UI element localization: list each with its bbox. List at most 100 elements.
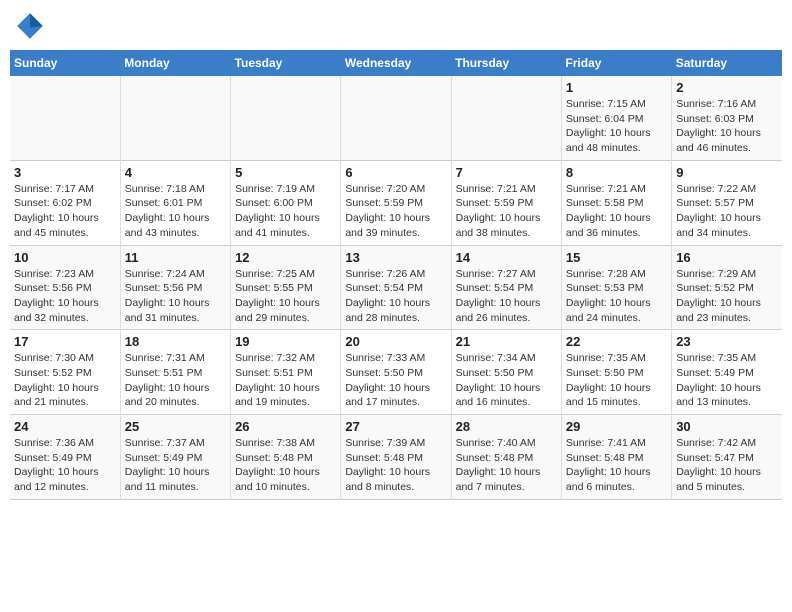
day-number: 30: [676, 419, 778, 434]
day-info: Sunrise: 7:42 AM Sunset: 5:47 PM Dayligh…: [676, 436, 778, 495]
day-number: 4: [125, 165, 226, 180]
calendar-week-row: 1 Sunrise: 7:15 AM Sunset: 6:04 PM Daylig…: [10, 76, 782, 160]
day-info: Sunrise: 7:41 AM Sunset: 5:48 PM Dayligh…: [566, 436, 667, 495]
day-info: Sunrise: 7:21 AM Sunset: 5:59 PM Dayligh…: [456, 182, 557, 241]
day-number: 1: [566, 80, 667, 95]
calendar-day-cell: 6Sunrise: 7:20 AM Sunset: 5:59 PM Daylig…: [341, 160, 451, 245]
day-info: Sunrise: 7:21 AM Sunset: 5:58 PM Dayligh…: [566, 182, 667, 241]
day-number: 27: [345, 419, 446, 434]
day-of-week-header: Wednesday: [341, 50, 451, 76]
page-header: [10, 10, 782, 42]
day-number: 14: [456, 250, 557, 265]
day-of-week-header: Thursday: [451, 50, 561, 76]
calendar-day-cell: 9Sunrise: 7:22 AM Sunset: 5:57 PM Daylig…: [672, 160, 782, 245]
calendar-day-cell: 5 Sunrise: 7:19 AM Sunset: 6:00 PM Daylig…: [231, 160, 341, 245]
calendar-day-cell: [451, 76, 561, 160]
day-info: Sunrise: 7:15 AM Sunset: 6:04 PM Dayligh…: [566, 97, 667, 156]
calendar-day-cell: 15 Sunrise: 7:28 AM Sunset: 5:53 PM Dayli…: [561, 245, 671, 330]
calendar-day-cell: 21Sunrise: 7:34 AM Sunset: 5:50 PM Dayli…: [451, 330, 561, 415]
calendar-day-cell: 17 Sunrise: 7:30 AM Sunset: 5:52 PM Dayli…: [10, 330, 120, 415]
day-number: 20: [345, 334, 446, 349]
day-info: Sunrise: 7:17 AM Sunset: 6:02 PM Dayligh…: [14, 182, 116, 241]
calendar-day-cell: [231, 76, 341, 160]
day-info: Sunrise: 7:30 AM Sunset: 5:52 PM Dayligh…: [14, 351, 116, 410]
day-info: Sunrise: 7:22 AM Sunset: 5:57 PM Dayligh…: [676, 182, 778, 241]
calendar-day-cell: 22 Sunrise: 7:35 AM Sunset: 5:50 PM Dayli…: [561, 330, 671, 415]
day-number: 17: [14, 334, 116, 349]
day-number: 11: [125, 250, 226, 265]
day-number: 21: [456, 334, 557, 349]
day-info: Sunrise: 7:28 AM Sunset: 5:53 PM Dayligh…: [566, 267, 667, 326]
calendar-day-cell: 19 Sunrise: 7:32 AM Sunset: 5:51 PM Dayli…: [231, 330, 341, 415]
calendar-day-cell: 26Sunrise: 7:38 AM Sunset: 5:48 PM Dayli…: [231, 415, 341, 500]
day-info: Sunrise: 7:31 AM Sunset: 5:51 PM Dayligh…: [125, 351, 226, 410]
day-number: 5: [235, 165, 336, 180]
day-number: 23: [676, 334, 778, 349]
calendar-day-cell: 13 Sunrise: 7:26 AM Sunset: 5:54 PM Dayli…: [341, 245, 451, 330]
day-info: Sunrise: 7:36 AM Sunset: 5:49 PM Dayligh…: [14, 436, 116, 495]
calendar-day-cell: 2 Sunrise: 7:16 AM Sunset: 6:03 PM Daylig…: [672, 76, 782, 160]
calendar-day-cell: 23 Sunrise: 7:35 AM Sunset: 5:49 PM Dayli…: [672, 330, 782, 415]
day-of-week-header: Tuesday: [231, 50, 341, 76]
day-info: Sunrise: 7:26 AM Sunset: 5:54 PM Dayligh…: [345, 267, 446, 326]
day-info: Sunrise: 7:25 AM Sunset: 5:55 PM Dayligh…: [235, 267, 336, 326]
calendar-week-row: 24 Sunrise: 7:36 AM Sunset: 5:49 PM Dayli…: [10, 415, 782, 500]
day-number: 15: [566, 250, 667, 265]
calendar-day-cell: 10Sunrise: 7:23 AM Sunset: 5:56 PM Dayli…: [10, 245, 120, 330]
day-number: 13: [345, 250, 446, 265]
calendar-week-row: 17 Sunrise: 7:30 AM Sunset: 5:52 PM Dayli…: [10, 330, 782, 415]
day-info: Sunrise: 7:35 AM Sunset: 5:50 PM Dayligh…: [566, 351, 667, 410]
calendar-day-cell: 20 Sunrise: 7:33 AM Sunset: 5:50 PM Dayli…: [341, 330, 451, 415]
day-number: 18: [125, 334, 226, 349]
day-number: 25: [125, 419, 226, 434]
calendar-day-cell: 29 Sunrise: 7:41 AM Sunset: 5:48 PM Dayli…: [561, 415, 671, 500]
calendar-header-row: SundayMondayTuesdayWednesdayThursdayFrid…: [10, 50, 782, 76]
calendar-day-cell: 24 Sunrise: 7:36 AM Sunset: 5:49 PM Dayli…: [10, 415, 120, 500]
day-number: 10: [14, 250, 116, 265]
calendar-day-cell: 4 Sunrise: 7:18 AM Sunset: 6:01 PM Daylig…: [120, 160, 230, 245]
day-info: Sunrise: 7:32 AM Sunset: 5:51 PM Dayligh…: [235, 351, 336, 410]
day-number: 8: [566, 165, 667, 180]
day-number: 19: [235, 334, 336, 349]
day-number: 22: [566, 334, 667, 349]
day-info: Sunrise: 7:40 AM Sunset: 5:48 PM Dayligh…: [456, 436, 557, 495]
day-of-week-header: Friday: [561, 50, 671, 76]
day-info: Sunrise: 7:24 AM Sunset: 5:56 PM Dayligh…: [125, 267, 226, 326]
day-number: 28: [456, 419, 557, 434]
calendar-day-cell: [341, 76, 451, 160]
day-info: Sunrise: 7:33 AM Sunset: 5:50 PM Dayligh…: [345, 351, 446, 410]
calendar-day-cell: 14 Sunrise: 7:27 AM Sunset: 5:54 PM Dayli…: [451, 245, 561, 330]
day-info: Sunrise: 7:39 AM Sunset: 5:48 PM Dayligh…: [345, 436, 446, 495]
day-of-week-header: Monday: [120, 50, 230, 76]
calendar-day-cell: 16 Sunrise: 7:29 AM Sunset: 5:52 PM Dayli…: [672, 245, 782, 330]
day-number: 26: [235, 419, 336, 434]
logo: [14, 10, 50, 42]
day-number: 2: [676, 80, 778, 95]
day-info: Sunrise: 7:19 AM Sunset: 6:00 PM Dayligh…: [235, 182, 336, 241]
calendar-day-cell: 8 Sunrise: 7:21 AM Sunset: 5:58 PM Daylig…: [561, 160, 671, 245]
calendar-day-cell: 27 Sunrise: 7:39 AM Sunset: 5:48 PM Dayli…: [341, 415, 451, 500]
day-info: Sunrise: 7:16 AM Sunset: 6:03 PM Dayligh…: [676, 97, 778, 156]
calendar-day-cell: 25Sunrise: 7:37 AM Sunset: 5:49 PM Dayli…: [120, 415, 230, 500]
calendar-week-row: 3Sunrise: 7:17 AM Sunset: 6:02 PM Daylig…: [10, 160, 782, 245]
calendar-week-row: 10Sunrise: 7:23 AM Sunset: 5:56 PM Dayli…: [10, 245, 782, 330]
calendar-day-cell: 18 Sunrise: 7:31 AM Sunset: 5:51 PM Dayli…: [120, 330, 230, 415]
day-number: 7: [456, 165, 557, 180]
day-info: Sunrise: 7:29 AM Sunset: 5:52 PM Dayligh…: [676, 267, 778, 326]
calendar-table: SundayMondayTuesdayWednesdayThursdayFrid…: [10, 50, 782, 500]
calendar-day-cell: 1 Sunrise: 7:15 AM Sunset: 6:04 PM Daylig…: [561, 76, 671, 160]
logo-icon: [14, 10, 46, 42]
day-info: Sunrise: 7:35 AM Sunset: 5:49 PM Dayligh…: [676, 351, 778, 410]
day-number: 24: [14, 419, 116, 434]
calendar-day-cell: 28 Sunrise: 7:40 AM Sunset: 5:48 PM Dayli…: [451, 415, 561, 500]
calendar-day-cell: 30 Sunrise: 7:42 AM Sunset: 5:47 PM Dayli…: [672, 415, 782, 500]
calendar-day-cell: [10, 76, 120, 160]
day-number: 16: [676, 250, 778, 265]
calendar-day-cell: 11 Sunrise: 7:24 AM Sunset: 5:56 PM Dayli…: [120, 245, 230, 330]
calendar-day-cell: 7 Sunrise: 7:21 AM Sunset: 5:59 PM Daylig…: [451, 160, 561, 245]
calendar-day-cell: 12Sunrise: 7:25 AM Sunset: 5:55 PM Dayli…: [231, 245, 341, 330]
day-info: Sunrise: 7:27 AM Sunset: 5:54 PM Dayligh…: [456, 267, 557, 326]
day-number: 29: [566, 419, 667, 434]
day-of-week-header: Sunday: [10, 50, 120, 76]
day-info: Sunrise: 7:18 AM Sunset: 6:01 PM Dayligh…: [125, 182, 226, 241]
